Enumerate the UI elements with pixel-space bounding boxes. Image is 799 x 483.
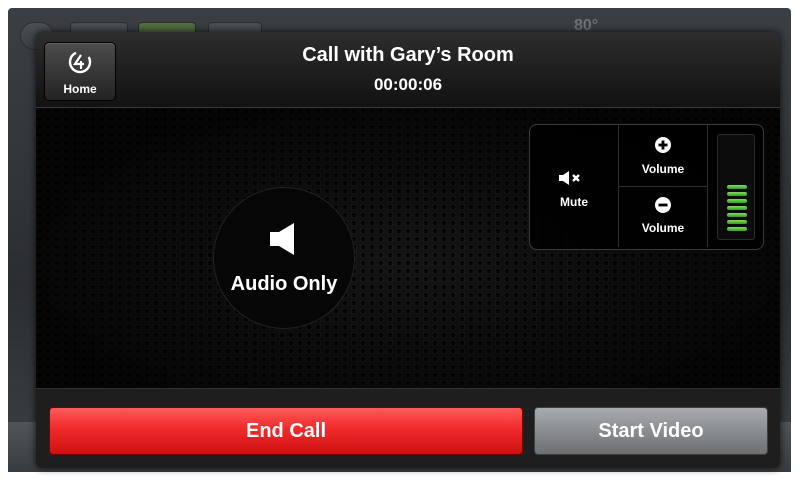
volume-level-bar xyxy=(727,227,747,231)
volume-up-button[interactable]: Volume xyxy=(619,125,708,187)
call-title: Call with Gary’s Room xyxy=(302,44,514,66)
mute-button[interactable]: Mute xyxy=(530,125,619,247)
start-video-button[interactable]: Start Video xyxy=(534,407,768,455)
volume-level-bar xyxy=(727,185,747,189)
volume-level-bar xyxy=(727,220,747,224)
end-call-button[interactable]: End Call xyxy=(49,407,523,455)
audio-only-label: Audio Only xyxy=(230,273,338,295)
volume-level-bar xyxy=(727,206,747,210)
mute-label: Mute xyxy=(560,195,588,209)
mute-icon xyxy=(559,171,580,185)
volume-up-label: Volume xyxy=(641,162,685,176)
speaker-icon xyxy=(270,223,294,255)
call-footer: End Call Start Video xyxy=(36,388,780,468)
volume-meter-track xyxy=(717,134,755,240)
minus-circle-icon xyxy=(655,197,671,213)
volume-control-panel: Mute Volume Volume xyxy=(529,124,764,250)
volume-level-bar xyxy=(727,213,747,217)
volume-down-label: Volume xyxy=(641,221,685,235)
call-timer: 00:00:06 xyxy=(373,75,443,94)
call-dialog: Home Call with Gary’s Room 00:00:06 Audi… xyxy=(36,32,780,468)
call-header: Home Call with Gary’s Room 00:00:06 xyxy=(36,32,780,108)
volume-level-bar xyxy=(727,192,747,196)
volume-level-meter xyxy=(708,125,763,247)
volume-down-button[interactable]: Volume xyxy=(619,187,708,247)
audio-only-indicator: Audio Only xyxy=(214,188,354,328)
volume-level-bar xyxy=(727,199,747,203)
plus-circle-icon xyxy=(655,137,671,153)
